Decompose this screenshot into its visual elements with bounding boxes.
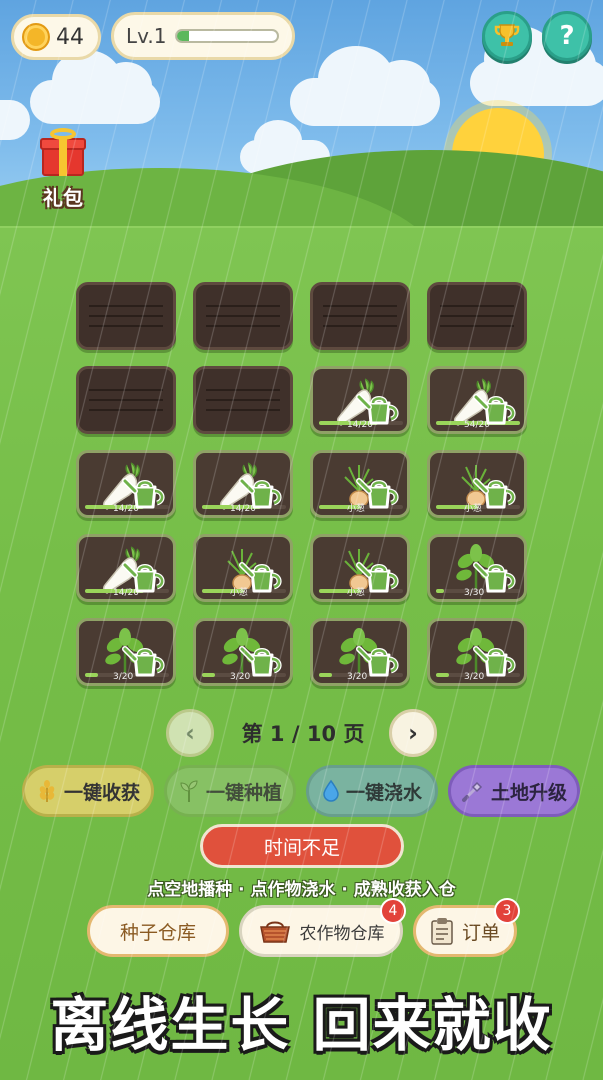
cloud <box>30 50 160 124</box>
next-page-button[interactable]: › <box>389 709 437 757</box>
seedling-icon <box>180 780 198 802</box>
crop-plot[interactable]: 3/30 <box>427 534 527 602</box>
crop-plot[interactable]: 14/20 <box>310 366 410 434</box>
watering-can-icon <box>356 646 399 677</box>
empty-plot[interactable] <box>427 282 527 350</box>
watering-can-icon <box>122 478 165 509</box>
crop-plot[interactable]: 小葱 <box>193 534 293 602</box>
water-all-button[interactable]: 一键浇水 <box>306 765 438 817</box>
watering-can-icon <box>473 562 516 593</box>
wheat-icon <box>39 780 55 802</box>
trophy-icon <box>494 24 520 46</box>
crop-plot[interactable]: 14/20 <box>76 534 176 602</box>
chevron-left-icon: ‹ <box>185 719 195 747</box>
crop-plot[interactable]: 3/20 <box>310 618 410 686</box>
cloud <box>0 100 30 140</box>
plant-all-button[interactable]: 一键种植 <box>164 765 296 817</box>
trophy-button[interactable] <box>482 11 532 61</box>
watering-can-icon <box>239 562 282 593</box>
water-drop-icon <box>323 779 339 802</box>
crop-plot[interactable]: 小葱 <box>310 534 410 602</box>
plant-all-label: 一键种植 <box>205 781 282 804</box>
instruction-hint: 点空地播种 · 点作物浇水 · 成熟收获入仓 <box>147 880 456 900</box>
empty-plot[interactable] <box>310 282 410 350</box>
gift-box-icon <box>40 128 86 176</box>
crop-plot[interactable]: 14/20 <box>76 450 176 518</box>
coin-icon <box>22 23 50 51</box>
level-label: Lv.1 <box>126 24 167 48</box>
watering-can-icon <box>473 646 516 677</box>
promo-tagline: 离线生长 回来就收 <box>50 991 553 1059</box>
harvest-all-button[interactable]: 一键收获 <box>22 765 154 817</box>
seed-warehouse-label: 种子仓库 <box>119 921 196 944</box>
basket-icon <box>259 921 290 943</box>
cloud <box>290 46 440 126</box>
crop-warehouse-button[interactable]: 农作物仓库 4 <box>239 898 406 957</box>
seed-warehouse-button[interactable]: 种子仓库 <box>87 905 229 957</box>
orders-badge: 3 <box>494 898 520 924</box>
crop-plot[interactable]: 14/20 <box>193 450 293 518</box>
land-upgrade-button[interactable]: 土地升级 <box>448 765 580 817</box>
empty-plot[interactable] <box>76 282 176 350</box>
not-enough-time-banner: 时间不足 <box>200 824 404 868</box>
watering-can-icon <box>356 394 399 425</box>
crop-plot[interactable]: 54/20 <box>427 366 527 434</box>
empty-plot[interactable] <box>76 366 176 434</box>
harvest-all-label: 一键收获 <box>63 781 140 804</box>
land-upgrade-label: 土地升级 <box>490 781 567 804</box>
crop-warehouse-badge: 4 <box>380 898 406 924</box>
orders-label: 订单 <box>461 921 500 944</box>
cloud <box>470 26 603 106</box>
water-all-label: 一键浇水 <box>345 781 422 804</box>
coin-counter: 44 <box>11 14 101 60</box>
shovel-icon <box>461 781 483 802</box>
watering-can-icon <box>356 478 399 509</box>
level-progress-bar <box>174 29 279 43</box>
watering-can-icon <box>239 646 282 677</box>
watering-can-icon <box>473 394 516 425</box>
crop-plot[interactable]: 小葱 <box>310 450 410 518</box>
chevron-right-icon: › <box>408 719 418 747</box>
gift-pack-button[interactable]: 礼包 <box>28 126 98 212</box>
crop-plot[interactable]: 小葱 <box>427 450 527 518</box>
help-icon: ? <box>559 21 575 51</box>
level-indicator: Lv.1 <box>111 12 295 60</box>
gift-label: 礼包 <box>43 186 83 210</box>
coin-count: 44 <box>56 24 84 50</box>
crop-plot[interactable]: 3/20 <box>427 618 527 686</box>
page-indicator: 第 1 / 10 页 <box>241 722 365 746</box>
empty-plot[interactable] <box>193 366 293 434</box>
crop-warehouse-label: 农作物仓库 <box>299 923 385 944</box>
crop-plot[interactable]: 3/20 <box>76 618 176 686</box>
watering-can-icon <box>239 478 282 509</box>
crop-plot[interactable]: 3/20 <box>193 618 293 686</box>
watering-can-icon <box>122 562 165 593</box>
previous-page-button[interactable]: ‹ <box>166 709 214 757</box>
orders-button[interactable]: 订单 3 <box>413 898 520 957</box>
level-progress-fill <box>176 31 189 41</box>
watering-can-icon <box>122 646 165 677</box>
empty-plot[interactable] <box>193 282 293 350</box>
watering-can-icon <box>473 478 516 509</box>
help-button[interactable]: ? <box>542 11 592 61</box>
clipboard-icon <box>431 918 453 945</box>
watering-can-icon <box>356 562 399 593</box>
